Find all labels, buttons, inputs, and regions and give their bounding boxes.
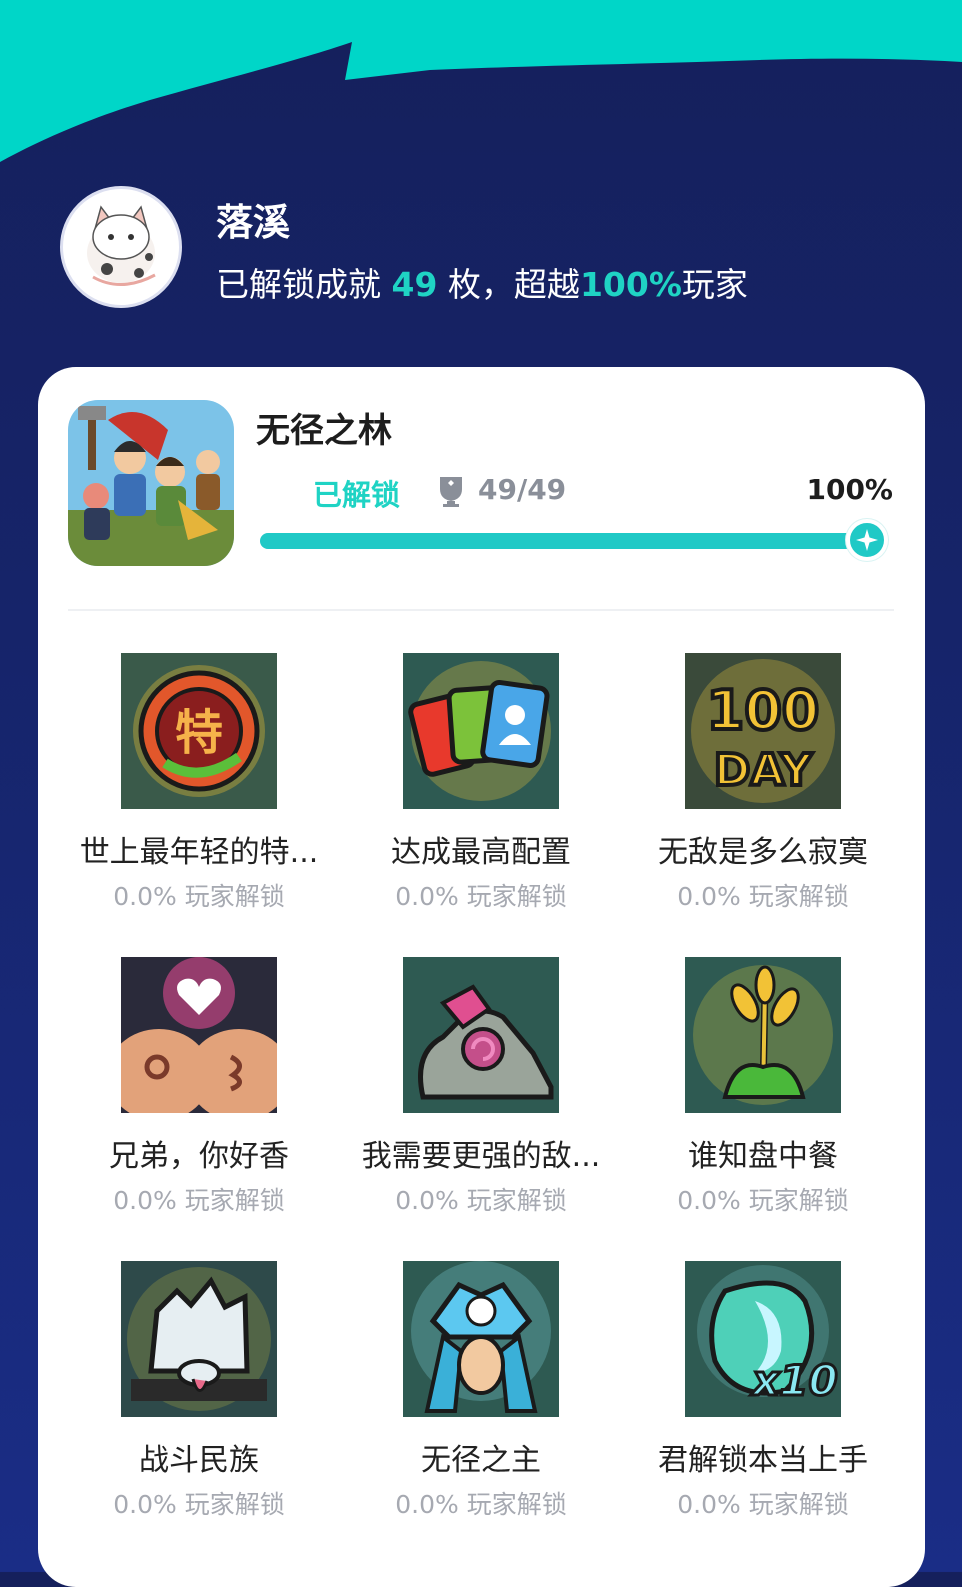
achievement-name: 无敌是多么寂寞 — [658, 835, 868, 870]
svg-text:x10: x10 — [750, 1356, 838, 1405]
achievement-rate: 0.0% 玩家解锁 — [395, 1186, 567, 1215]
surpass-percent: 100% — [579, 265, 682, 304]
achievement-item[interactable]: 达成最高配置 0.0% 玩家解锁 — [340, 653, 622, 913]
white-wolf-icon — [121, 1261, 277, 1417]
svg-text:DAY: DAY — [714, 745, 813, 796]
stone-monster-icon — [403, 957, 559, 1113]
achievement-item[interactable]: x10 君解锁本当上手 0.0% 玩家解锁 — [622, 1261, 904, 1521]
special-badge-icon: 特 — [121, 653, 277, 809]
achievement-rate: 0.0% 玩家解锁 — [677, 1490, 849, 1519]
progress-bar — [260, 533, 868, 549]
achievement-name: 战斗民族 — [139, 1443, 259, 1478]
unlocked-tab[interactable]: 已解锁 — [313, 472, 400, 514]
achievement-item[interactable]: 战斗民族 0.0% 玩家解锁 — [58, 1261, 340, 1521]
achievement-name: 兄弟，你好香 — [109, 1139, 289, 1174]
achievement-item[interactable]: 我需要更强的敌... 0.0% 玩家解锁 — [340, 957, 622, 1217]
100-day-icon: 100 DAY — [685, 653, 841, 809]
x10-crest-icon: x10 — [685, 1261, 841, 1417]
divider — [68, 609, 894, 611]
achievement-rate: 0.0% 玩家解锁 — [677, 1186, 849, 1215]
achievement-rate: 0.0% 玩家解锁 — [113, 1186, 285, 1215]
game-achievement-card: 无径之林 已解锁 49/49 100% 特 世上最年轻的特... 0.0% 玩家… — [38, 367, 925, 1587]
svg-text:100: 100 — [707, 679, 820, 742]
forest-lord-icon — [403, 1261, 559, 1417]
achievement-item[interactable]: 100 DAY 无敌是多么寂寞 0.0% 玩家解锁 — [622, 653, 904, 913]
svg-text:特: 特 — [175, 705, 223, 761]
achievement-rate: 0.0% 玩家解锁 — [113, 882, 285, 911]
achievement-summary: 已解锁成就 49 枚，超越100%玩家 — [216, 265, 748, 304]
wheat-icon — [685, 957, 841, 1113]
cards-icon — [403, 653, 559, 809]
game-cover-icon[interactable] — [68, 400, 234, 566]
achievement-rate: 0.0% 玩家解锁 — [395, 1490, 567, 1519]
achievement-item[interactable]: 特 世上最年轻的特... 0.0% 玩家解锁 — [58, 653, 340, 913]
trophy-icon — [440, 477, 462, 507]
avatar-cat-icon — [87, 205, 156, 287]
username: 落溪 — [216, 201, 290, 244]
progress-count: 49/49 — [478, 473, 567, 506]
game-title: 无径之林 — [256, 411, 392, 451]
achievement-name: 我需要更强的敌... — [361, 1139, 601, 1174]
achievement-item[interactable]: 兄弟，你好香 0.0% 玩家解锁 — [58, 957, 340, 1217]
progress-bar-fill — [260, 533, 868, 549]
achievement-name: 达成最高配置 — [391, 835, 571, 870]
achievement-rate: 0.0% 玩家解锁 — [677, 882, 849, 911]
achievement-name: 无径之主 — [421, 1443, 541, 1478]
achievement-rate: 0.0% 玩家解锁 — [113, 1490, 285, 1519]
progress-percent: 100% — [806, 473, 893, 506]
progress-star-icon — [846, 519, 888, 561]
header-wave-decoration — [0, 0, 962, 162]
heart-faces-icon — [121, 957, 277, 1113]
achievement-item[interactable]: 无径之主 0.0% 玩家解锁 — [340, 1261, 622, 1521]
avatar[interactable] — [60, 186, 182, 308]
achievement-name: 谁知盘中餐 — [688, 1139, 838, 1174]
achievement-item[interactable]: 谁知盘中餐 0.0% 玩家解锁 — [622, 957, 904, 1217]
achievement-name: 君解锁本当上手 — [658, 1443, 868, 1478]
achievement-count: 49 — [391, 265, 438, 304]
achievement-rate: 0.0% 玩家解锁 — [395, 882, 567, 911]
achievement-name: 世上最年轻的特... — [79, 835, 319, 870]
